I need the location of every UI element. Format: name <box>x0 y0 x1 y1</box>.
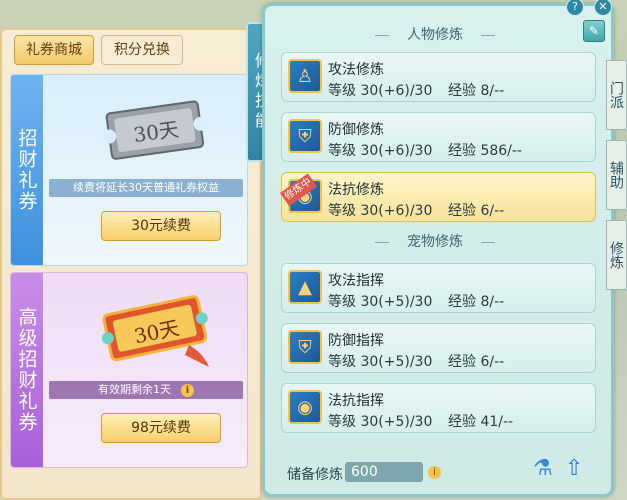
skill-exp: 经验 6/-- <box>448 203 505 219</box>
gift-shop-panel: 礼券商城 积分兑换 招财礼券 30天 续费将延长30天普通礼券权益 30元续费 … <box>0 28 262 500</box>
validity-text: 有效期剩余1天 <box>98 383 171 396</box>
skill-name: 攻法修炼 <box>328 62 384 78</box>
skill-exp: 经验 6/-- <box>448 354 505 370</box>
upgrade-flame-icon[interactable]: ⇧ <box>565 456 583 481</box>
help-icon[interactable]: ? <box>566 0 584 16</box>
skill-exp: 经验 8/-- <box>448 83 505 99</box>
tab-cultivation[interactable]: 修炼 <box>606 220 627 290</box>
skill-name: 防御指挥 <box>328 333 384 349</box>
skill-row-pet-magic-resist[interactable]: ◉ 法抗指挥 等级 30(+5)/30 经验 41/-- <box>281 383 596 433</box>
gift-card-basic: 招财礼券 30天 续费将延长30天普通礼券权益 30元续费 <box>10 74 248 266</box>
info-icon[interactable]: i <box>428 466 441 479</box>
skill-name: 法抗指挥 <box>328 393 384 409</box>
tab-assist[interactable]: 辅助 <box>606 140 627 210</box>
skill-level: 等级 30(+5)/30 <box>328 294 433 310</box>
gift-card-premium: 高级招财礼券 30天 有效期剩余1天 i 98元续费 <box>10 272 248 468</box>
cultivation-panel: 人物修炼 ✎ ♙ 攻法修炼 等级 30(+6)/30 经验 8/-- ⛨ 防御修… <box>262 3 614 497</box>
info-icon[interactable]: i <box>181 384 194 397</box>
person-icon: ♙ <box>288 59 322 93</box>
potion-icon[interactable]: ⚗ <box>533 456 553 481</box>
tab-gift-shop[interactable]: 礼券商城 <box>14 35 94 65</box>
close-icon[interactable]: ✕ <box>594 0 612 16</box>
skill-name: 防御修炼 <box>328 122 384 138</box>
skill-exp: 经验 41/-- <box>448 414 514 430</box>
skill-level: 等级 30(+6)/30 <box>328 143 433 159</box>
skill-row-defense[interactable]: ⛨ 防御修炼 等级 30(+6)/30 经验 586/-- <box>281 112 596 162</box>
skill-row-magic-resist[interactable]: ◉ 修炼中 法抗修炼 等级 30(+6)/30 经验 6/-- <box>280 172 596 222</box>
skill-exp: 经验 586/-- <box>448 143 522 159</box>
ticket-icon: 30天 <box>102 100 208 160</box>
window-controls: ? ✕ <box>566 0 626 18</box>
section-person: 人物修炼 <box>375 24 495 46</box>
skill-name: 攻法指挥 <box>328 273 384 289</box>
skill-level: 等级 30(+5)/30 <box>328 414 433 430</box>
tab-points-exchange[interactable]: 积分兑换 <box>101 35 183 65</box>
skill-row-pet-attack[interactable]: ▲ 攻法指挥 等级 30(+5)/30 经验 8/-- <box>281 263 596 313</box>
paw-orb-icon: ◉ <box>288 390 322 424</box>
renew-info: 续费将延长30天普通礼券权益 <box>49 179 243 197</box>
paw-attack-icon: ▲ <box>288 270 322 304</box>
ticket-icon: 30天 <box>101 295 209 367</box>
edit-icon[interactable]: ✎ <box>583 20 605 42</box>
skill-level: 等级 30(+6)/30 <box>328 203 433 219</box>
skill-exp: 经验 8/-- <box>448 294 505 310</box>
skill-level: 等级 30(+5)/30 <box>328 354 433 370</box>
tab-sect[interactable]: 门派 <box>606 60 627 130</box>
skill-row-pet-defense[interactable]: ⛨ 防御指挥 等级 30(+5)/30 经验 6/-- <box>281 323 596 373</box>
skill-level: 等级 30(+6)/30 <box>328 83 433 99</box>
renew-30-button[interactable]: 30元续费 <box>101 211 221 241</box>
reserve-label: 储备修炼 <box>287 467 343 483</box>
shield-icon: ⛨ <box>288 119 322 153</box>
skill-name: 法抗修炼 <box>328 182 384 198</box>
renew-98-button[interactable]: 98元续费 <box>101 413 221 443</box>
section-pet: 宠物修炼 <box>375 231 495 253</box>
reserve-value: 600 <box>345 462 423 482</box>
card-title: 高级招财礼券 <box>11 273 43 467</box>
skill-row-attack[interactable]: ♙ 攻法修炼 等级 30(+6)/30 经验 8/-- <box>281 52 596 102</box>
paw-shield-icon: ⛨ <box>288 330 322 364</box>
card-title: 招财礼券 <box>11 75 43 265</box>
validity-info: 有效期剩余1天 i <box>49 381 243 399</box>
